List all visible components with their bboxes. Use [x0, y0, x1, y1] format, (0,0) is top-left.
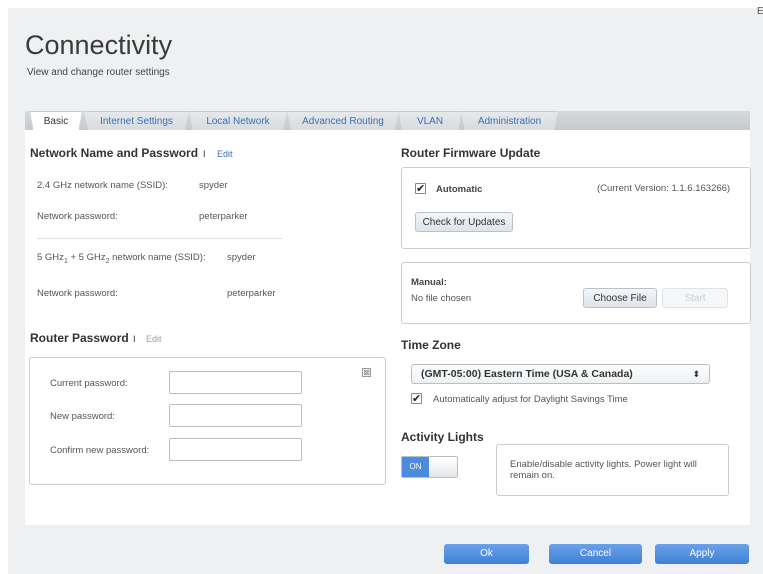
- firmware-section-title: Router Firmware Update: [401, 146, 541, 160]
- check-for-updates-button[interactable]: Check for Updates: [415, 212, 513, 232]
- cancel-button[interactable]: Cancel: [549, 544, 642, 564]
- automatic-label: Automatic: [436, 184, 483, 195]
- ssid-24ghz-value: spyder: [199, 180, 228, 191]
- page-title: Connectivity: [25, 30, 173, 60]
- activity-lights-title: Activity Lights: [401, 430, 484, 444]
- new-password-label: New password:: [50, 411, 115, 422]
- network-section-title: Network Name and Password: [30, 146, 199, 160]
- tab-basic[interactable]: Basic: [30, 111, 82, 131]
- network-edit-link[interactable]: Edit: [217, 149, 233, 159]
- toggle-on-label: ON: [402, 457, 429, 477]
- router-password-edit-link[interactable]: Edit: [146, 334, 162, 344]
- start-button[interactable]: Start: [662, 288, 728, 308]
- confirm-password-label: Confirm new password:: [50, 445, 150, 456]
- tab-vlan[interactable]: VLAN: [399, 111, 461, 131]
- manual-label: Manual:: [411, 277, 447, 288]
- password-5ghz-label: Network password:: [37, 288, 118, 299]
- current-password-label: Current password:: [50, 378, 128, 389]
- ssid-5ghz-label: 5 GHz1 + 5 GHz2 network name (SSID):: [37, 252, 206, 265]
- automatic-checkbox[interactable]: ✔: [415, 183, 426, 195]
- choose-file-button[interactable]: Choose File: [583, 288, 657, 308]
- activity-lights-toggle[interactable]: ON: [401, 456, 458, 478]
- tab-internet-settings[interactable]: Internet Settings: [84, 111, 189, 131]
- firmware-auto-box: [401, 167, 751, 249]
- tab-administration[interactable]: Administration: [461, 111, 558, 131]
- new-password-input[interactable]: [169, 404, 302, 427]
- timezone-select[interactable]: (GMT-05:00) Eastern Time (USA & Canada) …: [411, 364, 710, 384]
- ssid-5ghz-value: spyder: [227, 252, 256, 263]
- title-separator: I: [133, 334, 136, 344]
- close-icon[interactable]: ⊠: [362, 368, 371, 377]
- tab-local-network[interactable]: Local Network: [189, 111, 287, 131]
- file-status-text: No file chosen: [411, 293, 472, 304]
- apply-button[interactable]: Apply: [655, 544, 749, 564]
- title-separator: I: [203, 149, 206, 159]
- ssid-24ghz-label: 2.4 GHz network name (SSID):: [37, 180, 168, 191]
- password-5ghz-value: peterparker: [227, 288, 276, 299]
- footer-bar: [8, 525, 763, 574]
- tab-advanced-routing[interactable]: Advanced Routing: [287, 111, 399, 131]
- window-close-icon[interactable]: E: [757, 6, 763, 17]
- current-version-text: (Current Version: 1.1.6.163266): [597, 183, 731, 194]
- password-24ghz-label: Network password:: [37, 211, 118, 222]
- ok-button[interactable]: Ok: [444, 544, 529, 564]
- activity-lights-description: Enable/disable activity lights. Power li…: [510, 459, 697, 481]
- divider: [37, 238, 282, 239]
- password-24ghz-value: peterparker: [199, 211, 248, 222]
- router-password-title: Router Password: [30, 331, 129, 345]
- dst-checkbox[interactable]: ✔: [411, 393, 422, 405]
- dst-label: Automatically adjust for Daylight Saving…: [433, 394, 628, 405]
- toggle-knob: [429, 457, 457, 477]
- timezone-section-title: Time Zone: [401, 338, 461, 352]
- select-arrows-icon: ⬍: [692, 369, 700, 379]
- current-password-input[interactable]: [169, 371, 302, 394]
- confirm-password-input[interactable]: [169, 438, 302, 461]
- page-subtitle: View and change router settings: [27, 67, 170, 78]
